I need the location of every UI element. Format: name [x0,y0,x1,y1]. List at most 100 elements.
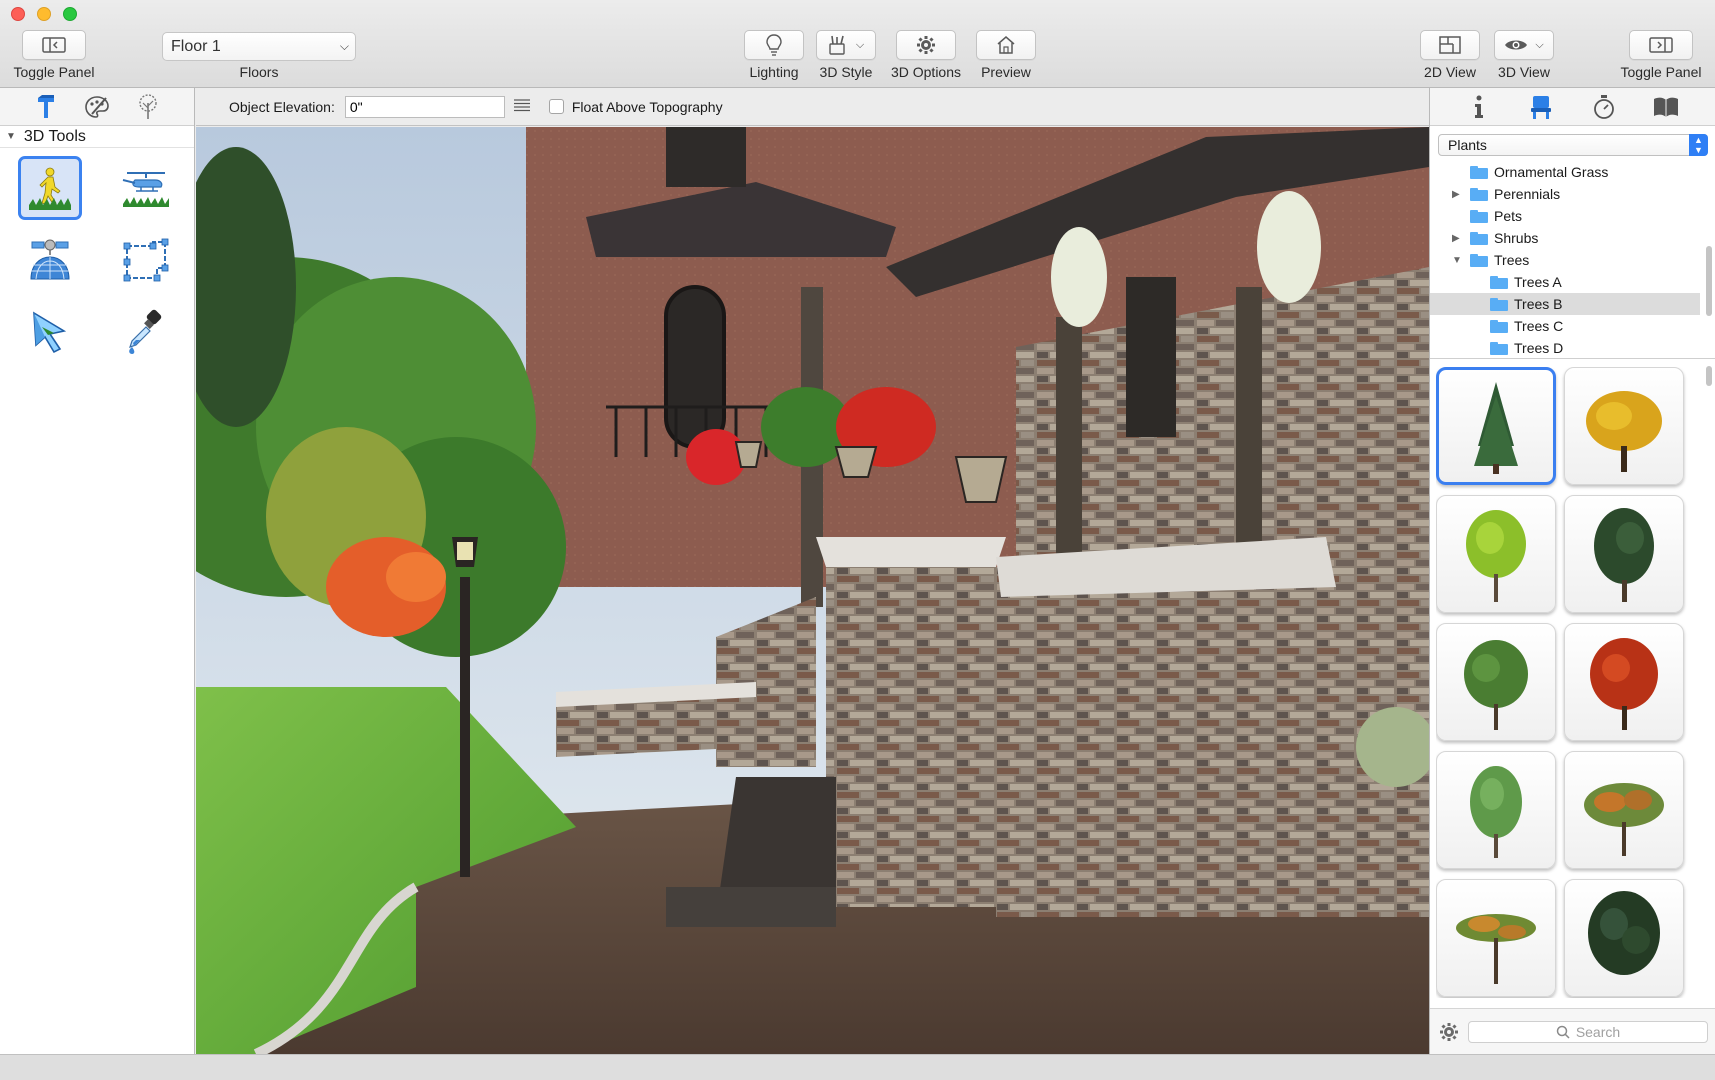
tree-icon[interactable] [133,92,163,122]
disclosure-triangle-icon[interactable]: ▼ [6,131,16,142]
disclosure-open-icon[interactable]: ▼ [1452,255,1462,266]
left-panel-tabs [0,88,194,126]
flyover-tool[interactable] [98,152,194,224]
app-window: Toggle Panel Floor 1 ⌵ Floors Lighting ⌵… [0,0,1715,1080]
toggle-right-panel[interactable]: Toggle Panel [1615,30,1707,80]
folder-icon [1490,275,1508,289]
tree-item-label: Trees [1494,252,1530,268]
tools-section-header[interactable]: ▼ 3D Tools [0,126,194,148]
disclosure-closed-icon[interactable]: ▶ [1452,189,1460,200]
room-view-tool[interactable] [98,224,194,296]
chevron-down-icon: ⌵ [1535,38,1544,51]
view-3d-tool[interactable]: ⌵ 3D View [1492,30,1556,80]
library-tree-scrollbar[interactable] [1706,246,1712,316]
flat-top-tree-icon [1456,914,1536,984]
disclosure-closed-icon[interactable]: ▶ [1452,233,1460,244]
palette-brush-icon[interactable] [82,92,112,122]
stopwatch-icon[interactable] [1589,92,1619,122]
hammer-icon[interactable] [31,92,61,122]
folder-icon [1490,297,1508,311]
plant-thumbnail[interactable] [1564,367,1684,485]
select-tool[interactable] [2,296,98,368]
options-3d-button[interactable] [896,30,956,60]
house-icon [997,36,1015,54]
plant-thumbnail[interactable] [1564,623,1684,741]
spruce-tree-icon [1474,382,1518,474]
eyedropper-tool[interactable] [98,296,194,368]
tree-item[interactable]: Trees C [1430,315,1700,337]
walk-icon [29,167,71,210]
plant-thumbnail-grid [1436,367,1694,998]
dark-green-tree-icon [1594,508,1654,602]
rendered-scene [196,127,1429,1054]
plant-thumbnail[interactable] [1436,495,1556,613]
spreading-orange-tree-icon [1584,783,1664,856]
plant-thumbnail[interactable] [1436,623,1556,741]
folder-icon [1490,319,1508,333]
info-icon[interactable] [1464,92,1494,122]
right-panel: Plants ▲ ▼ Ornamental Grass ▶ Perennials Pet… [1429,88,1715,1054]
zoom-window-button[interactable] [63,7,77,21]
up-down-chevron-icon[interactable]: ▲ ▼ [1689,134,1708,156]
options-3d-tool[interactable]: 3D Options [886,30,966,80]
category-dropdown[interactable]: Plants ▲ ▼ [1438,134,1708,156]
tree-item-label: Trees D [1514,340,1564,356]
walkthrough-tool[interactable] [2,152,98,224]
view-3d-button[interactable]: ⌵ [1494,30,1554,60]
split-divider[interactable] [1430,358,1715,359]
left-panel: ▼ 3D Tools [0,88,195,1054]
close-window-button[interactable] [11,7,25,21]
folder-icon [1470,187,1488,201]
list-menu-icon[interactable] [513,98,531,115]
folder-icon [1490,341,1508,355]
tree-item[interactable]: Trees D [1430,337,1700,357]
tree-item[interactable]: Ornamental Grass [1430,161,1700,183]
minimize-window-button[interactable] [37,7,51,21]
tree-item-label: Perennials [1494,186,1561,202]
tree-item[interactable]: ▶ Perennials [1430,183,1700,205]
helicopter-icon [122,172,169,207]
gear-icon[interactable] [1439,1022,1459,1042]
tree-item[interactable]: Pets [1430,205,1700,227]
style-3d-tool[interactable]: ⌵ 3D Style [814,30,878,80]
3d-viewport[interactable] [196,127,1429,1054]
thumbnail-scrollbar[interactable] [1706,366,1712,386]
plant-thumbnail[interactable] [1436,367,1556,485]
chair-icon[interactable] [1526,92,1556,122]
book-icon[interactable] [1651,92,1681,122]
toggle-left-panel-button[interactable] [22,30,86,60]
tree-item[interactable]: ▼ Trees [1430,249,1700,271]
toggle-right-panel-button[interactable] [1629,30,1693,60]
tree-item[interactable]: ▶ Shrubs [1430,227,1700,249]
tree-item[interactable]: Trees B [1430,293,1700,315]
tools-grid [0,148,194,368]
lighting-tool[interactable]: Lighting [742,30,806,80]
lightbulb-icon [766,34,782,56]
float-topography-checkbox[interactable] [548,99,564,114]
elevation-label: Object Elevation: [229,98,335,115]
plant-thumbnail[interactable] [1564,879,1684,997]
preview-button[interactable] [976,30,1036,60]
toggle-right-label: Toggle Panel [1620,64,1702,80]
toggle-left-panel[interactable]: Toggle Panel [10,30,98,80]
sidebar-left-icon [42,37,66,53]
view-2d-button[interactable] [1420,30,1480,60]
plant-thumbnail[interactable] [1564,751,1684,869]
elevation-input[interactable] [344,95,505,118]
library-footer: Search [1430,1008,1715,1054]
view-2d-label: 2D View [1424,64,1476,80]
folder-icon [1470,165,1488,179]
plant-thumbnail[interactable] [1436,751,1556,869]
sidebar-right-icon [1649,37,1673,53]
plant-thumbnail[interactable] [1436,879,1556,997]
lighting-label: Lighting [749,64,799,80]
view-2d-tool[interactable]: 2D View [1418,30,1482,80]
tree-item[interactable]: Trees A [1430,271,1700,293]
lighting-button[interactable] [744,30,804,60]
plant-thumbnail[interactable] [1564,495,1684,613]
floor-dropdown[interactable]: Floor 1 ⌵ [162,32,356,61]
aerial-view-tool[interactable] [2,224,98,296]
style-3d-button[interactable]: ⌵ [816,30,876,60]
search-input[interactable]: Search [1468,1021,1708,1043]
preview-tool[interactable]: Preview [974,30,1038,80]
